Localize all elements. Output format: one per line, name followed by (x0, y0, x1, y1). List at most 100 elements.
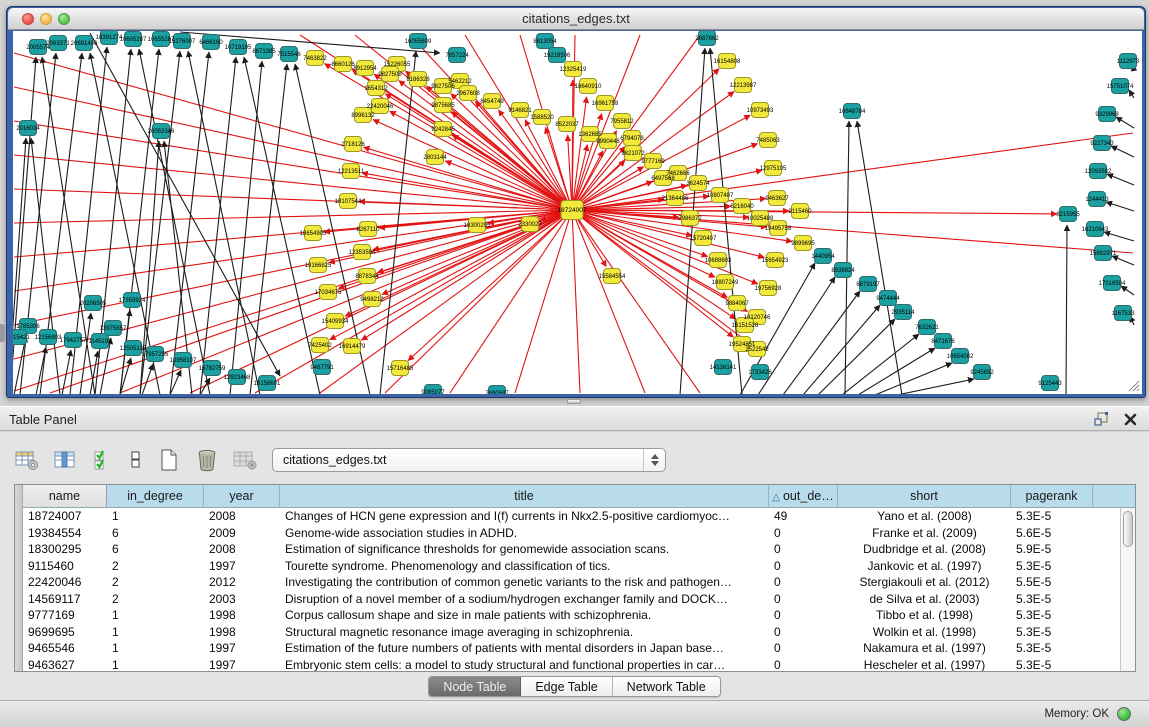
cell-out_de[interactable]: 0 (769, 574, 838, 591)
table-source-select[interactable]: citations_edges.txt (272, 448, 666, 472)
cell-pagerank[interactable]: 5.3E-5 (1011, 640, 1093, 657)
column-header-short[interactable]: short (838, 485, 1011, 507)
cell-pagerank[interactable]: 5.3E-5 (1011, 607, 1093, 624)
cell-out_de[interactable]: 0 (769, 624, 838, 641)
column-header-in_degree[interactable]: in_degree (107, 485, 204, 507)
table-row[interactable]: 969969511998Structural magnetic resonanc… (23, 624, 1120, 641)
cell-short[interactable]: Hescheler et al. (1997) (838, 657, 1011, 672)
cell-title[interactable]: Embryonic stem cells: a model to study s… (280, 657, 769, 672)
cell-in_degree[interactable]: 6 (107, 525, 204, 542)
table-row[interactable]: 911546021997Tourette syndrome. Phenomeno… (23, 558, 1120, 575)
select-all-icon[interactable] (90, 447, 116, 473)
memory-ok-indicator-icon[interactable] (1117, 707, 1131, 721)
network-window-titlebar[interactable]: citations_edges.txt (8, 8, 1144, 30)
node-attribute-table[interactable]: namein_degreeyeartitle△out_de…shortpager… (14, 484, 1136, 672)
cell-pagerank[interactable]: 5.3E-5 (1011, 558, 1093, 575)
cell-short[interactable]: de Silva et al. (2003) (838, 591, 1011, 608)
splitter-handle[interactable] (567, 399, 581, 404)
tab-node-table[interactable]: Node Table (429, 677, 521, 696)
cell-out_de[interactable]: 0 (769, 558, 838, 575)
cell-pagerank[interactable]: 5.6E-5 (1011, 525, 1093, 542)
table-row[interactable]: 1456911722003Disruption of a novel membe… (23, 591, 1120, 608)
cell-pagerank[interactable]: 5.9E-5 (1011, 541, 1093, 558)
panel-splitter[interactable] (0, 398, 1149, 406)
table-row[interactable]: 946554611997Estimation of the future num… (23, 640, 1120, 657)
table-row[interactable]: 1938455462009Genome-wide association stu… (23, 525, 1120, 542)
cell-year[interactable]: 1997 (204, 558, 280, 575)
cell-in_degree[interactable]: 2 (107, 574, 204, 591)
scrollbar-thumb[interactable] (1123, 511, 1133, 547)
table-options-icon[interactable] (14, 447, 40, 473)
cell-name[interactable]: 18724007 (23, 508, 107, 525)
table-row[interactable]: 1872400712008Changes of HCN gene express… (23, 508, 1120, 525)
cell-name[interactable]: 22420046 (23, 574, 107, 591)
cell-year[interactable]: 2008 (204, 541, 280, 558)
cell-year[interactable]: 1997 (204, 657, 280, 672)
cell-name[interactable]: 9777169 (23, 607, 107, 624)
cell-title[interactable]: Structural magnetic resonance image aver… (280, 624, 769, 641)
cell-short[interactable]: Nakamura et al. (1997) (838, 640, 1011, 657)
close-panel-icon[interactable] (1124, 413, 1137, 426)
cell-year[interactable]: 2008 (204, 508, 280, 525)
table-vertical-scrollbar[interactable] (1120, 508, 1135, 671)
cell-year[interactable]: 1998 (204, 607, 280, 624)
cell-name[interactable]: 9465546 (23, 640, 107, 657)
cell-short[interactable]: Dudbridge et al. (2008) (838, 541, 1011, 558)
network-canvas[interactable]: 2005574206337120691406183912741060528710… (13, 31, 1142, 394)
cell-pagerank[interactable]: 5.3E-5 (1011, 508, 1093, 525)
cell-in_degree[interactable]: 1 (107, 607, 204, 624)
cell-year[interactable]: 1998 (204, 624, 280, 641)
cell-in_degree[interactable]: 1 (107, 640, 204, 657)
cell-out_de[interactable]: 0 (769, 541, 838, 558)
cell-year[interactable]: 1997 (204, 640, 280, 657)
delete-icon[interactable] (194, 447, 220, 473)
cell-in_degree[interactable]: 1 (107, 657, 204, 672)
table-row[interactable]: 1830029562008Estimation of significance … (23, 541, 1120, 558)
float-panel-icon[interactable] (1093, 411, 1110, 427)
table-row[interactable]: 2242004622012Investigating the contribut… (23, 574, 1120, 591)
cell-name[interactable]: 9115460 (23, 558, 107, 575)
table-row[interactable]: 977716911998Corpus callosum shape and si… (23, 607, 1120, 624)
cell-out_de[interactable]: 0 (769, 525, 838, 542)
cell-pagerank[interactable]: 5.5E-5 (1011, 574, 1093, 591)
cell-in_degree[interactable]: 1 (107, 624, 204, 641)
row-height-icon[interactable] (128, 447, 144, 473)
cell-title[interactable]: Estimation of the future numbers of pati… (280, 640, 769, 657)
column-header-year[interactable]: year (204, 485, 280, 507)
cell-title[interactable]: Investigating the contribution of common… (280, 574, 769, 591)
cell-pagerank[interactable]: 5.3E-5 (1011, 591, 1093, 608)
cell-pagerank[interactable]: 5.3E-5 (1011, 624, 1093, 641)
cell-short[interactable]: Wolkin et al. (1998) (838, 624, 1011, 641)
cell-short[interactable]: Tibbo et al. (1998) (838, 607, 1011, 624)
cell-short[interactable]: Franke et al. (2009) (838, 525, 1011, 542)
cell-name[interactable]: 19384554 (23, 525, 107, 542)
cell-out_de[interactable]: 0 (769, 657, 838, 672)
cell-title[interactable]: Genome-wide association studies in ADHD. (280, 525, 769, 542)
cell-out_de[interactable]: 0 (769, 591, 838, 608)
cell-title[interactable]: Tourette syndrome. Phenomenology and cla… (280, 558, 769, 575)
cell-title[interactable]: Changes of HCN gene expression and I(f) … (280, 508, 769, 525)
cell-year[interactable]: 2012 (204, 574, 280, 591)
resize-grip-icon[interactable] (1126, 378, 1140, 392)
cell-title[interactable]: Estimation of significance thresholds fo… (280, 541, 769, 558)
control-panel-collapsed-handle[interactable] (0, 324, 5, 342)
column-header-pagerank[interactable]: pagerank (1011, 485, 1093, 507)
cell-in_degree[interactable]: 2 (107, 591, 204, 608)
cell-name[interactable]: 9699695 (23, 624, 107, 641)
cell-short[interactable]: Jankovic et al. (1997) (838, 558, 1011, 575)
cell-out_de[interactable]: 49 (769, 508, 838, 525)
column-header-name[interactable]: name (23, 485, 107, 507)
cell-in_degree[interactable]: 6 (107, 541, 204, 558)
cell-title[interactable]: Disruption of a novel member of a sodium… (280, 591, 769, 608)
new-document-icon[interactable] (156, 447, 182, 473)
cell-name[interactable]: 18300295 (23, 541, 107, 558)
cell-year[interactable]: 2009 (204, 525, 280, 542)
show-column-icon[interactable] (52, 447, 78, 473)
cell-short[interactable]: Yano et al. (2008) (838, 508, 1011, 525)
table-row[interactable]: 946362711997Embryonic stem cells: a mode… (23, 657, 1120, 672)
cell-in_degree[interactable]: 1 (107, 508, 204, 525)
cell-name[interactable]: 14569117 (23, 591, 107, 608)
cell-name[interactable]: 9463627 (23, 657, 107, 672)
cell-out_de[interactable]: 0 (769, 640, 838, 657)
cell-title[interactable]: Corpus callosum shape and size in male p… (280, 607, 769, 624)
